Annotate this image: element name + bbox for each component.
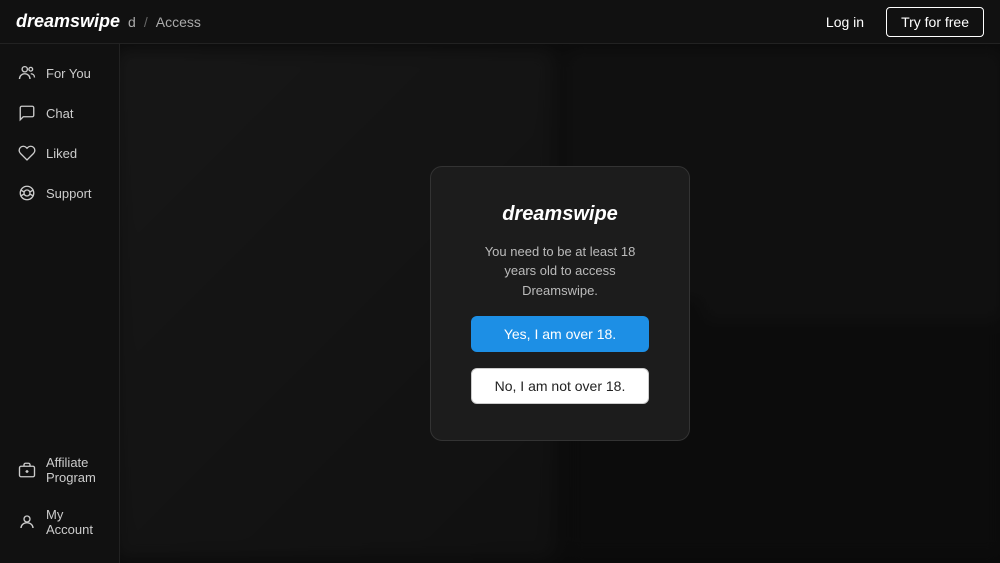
- sidebar-item-for-you[interactable]: For You: [8, 54, 111, 92]
- chat-icon: [18, 104, 36, 122]
- users-icon: [18, 64, 36, 82]
- support-icon: [18, 184, 36, 202]
- sidebar-item-support[interactable]: Support: [8, 174, 111, 212]
- breadcrumb-d: d: [128, 14, 136, 30]
- logo: dreamswipe: [16, 11, 120, 32]
- try-for-free-button[interactable]: Try for free: [886, 7, 984, 37]
- heart-icon: [18, 144, 36, 162]
- login-button[interactable]: Log in: [816, 8, 874, 36]
- age-verification-modal: dreamswipe You need to be at least 18 ye…: [430, 166, 690, 442]
- yes-over-18-button[interactable]: Yes, I am over 18.: [471, 316, 649, 352]
- sidebar-main: For You Chat Liked Support: [0, 54, 119, 445]
- sidebar-label-support: Support: [46, 186, 92, 201]
- header: dreamswipe d / Access Log in Try for fre…: [0, 0, 1000, 44]
- sidebar-label-for-you: For You: [46, 66, 91, 81]
- sidebar-item-my-account[interactable]: My Account: [8, 497, 111, 547]
- header-right: Log in Try for free: [816, 7, 984, 37]
- sidebar: For You Chat Liked Support: [0, 44, 120, 563]
- sidebar-label-affiliate: Affiliate Program: [46, 455, 101, 485]
- modal-overlay: dreamswipe You need to be at least 18 ye…: [120, 44, 1000, 563]
- modal-logo: dreamswipe: [502, 203, 618, 226]
- affiliate-icon: [18, 461, 36, 479]
- sidebar-bottom: Affiliate Program My Account: [0, 445, 119, 563]
- sidebar-item-chat[interactable]: Chat: [8, 94, 111, 132]
- sidebar-label-chat: Chat: [46, 106, 73, 121]
- no-not-over-18-button[interactable]: No, I am not over 18.: [471, 368, 649, 404]
- breadcrumb-separator: /: [144, 14, 148, 30]
- sidebar-item-liked[interactable]: Liked: [8, 134, 111, 172]
- header-left: dreamswipe d / Access: [16, 11, 201, 32]
- sidebar-item-affiliate[interactable]: Affiliate Program: [8, 445, 111, 495]
- breadcrumb-page: Access: [156, 14, 201, 30]
- main-content: dreamswipe You need to be at least 18 ye…: [120, 44, 1000, 563]
- sidebar-label-liked: Liked: [46, 146, 77, 161]
- modal-message: You need to be at least 18 years old to …: [471, 242, 649, 301]
- account-icon: [18, 513, 36, 531]
- sidebar-label-my-account: My Account: [46, 507, 101, 537]
